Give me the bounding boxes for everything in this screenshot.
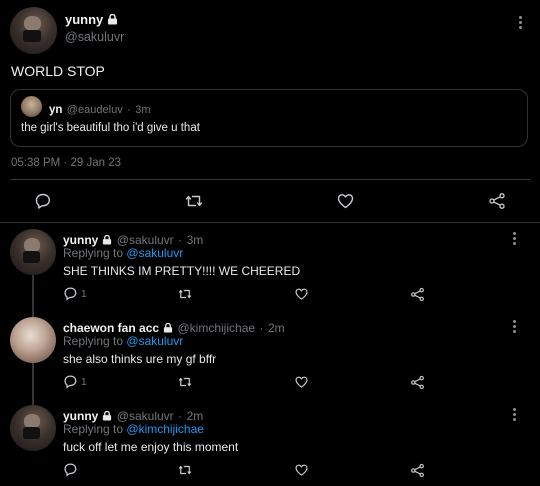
reply-time: 2m xyxy=(267,321,285,335)
more-icon[interactable] xyxy=(519,16,523,31)
reply-text: SHE THINKS IM PRETTY!!!! WE CHEERED xyxy=(63,264,301,278)
replying-to: Replying to @sakuluvr xyxy=(63,246,183,260)
like-icon[interactable] xyxy=(294,463,309,477)
separator-dot: · xyxy=(178,233,183,247)
reply-time: 3m xyxy=(186,233,204,247)
display-name[interactable]: yunny xyxy=(63,233,98,247)
replying-to-prefix: Replying to xyxy=(63,334,124,348)
avatar[interactable] xyxy=(10,405,56,451)
quote-tweet[interactable] xyxy=(10,89,528,147)
separator-dot: · xyxy=(178,409,183,423)
quote-display-name: yn xyxy=(49,104,63,116)
separator-dot: · xyxy=(63,157,68,169)
reply-text: fuck off let me enjoy this moment xyxy=(63,440,239,454)
separator-dot: · xyxy=(127,104,131,116)
share-icon[interactable] xyxy=(410,463,425,478)
like-icon[interactable] xyxy=(294,375,309,389)
retweet-icon[interactable] xyxy=(184,192,204,210)
quote-text: the girl's beautiful tho i'd give u that xyxy=(21,122,200,134)
retweet-icon[interactable] xyxy=(177,287,193,301)
reply-icon[interactable] xyxy=(63,462,78,477)
share-icon[interactable] xyxy=(410,287,425,302)
replying-to: Replying to @sakuluvr xyxy=(63,334,183,348)
reply-time: 2m xyxy=(186,409,204,423)
more-icon[interactable] xyxy=(513,232,517,247)
lock-icon xyxy=(107,12,118,30)
replying-to-prefix: Replying to xyxy=(63,246,124,260)
retweet-icon[interactable] xyxy=(177,375,193,389)
thread-line xyxy=(32,273,34,317)
quote-author-row: yn @eaudeluv · 3m xyxy=(49,100,151,118)
like-icon[interactable] xyxy=(336,192,355,210)
display-name[interactable]: yunny xyxy=(63,409,98,423)
avatar[interactable] xyxy=(10,317,56,363)
reply-handle[interactable]: @sakuluvr xyxy=(117,409,174,423)
reply-handle[interactable]: @sakuluvr xyxy=(117,233,174,247)
display-name[interactable]: chaewon fan acc xyxy=(63,321,159,335)
quote-handle: @eaudeluv xyxy=(66,104,123,116)
replying-to-link[interactable]: @sakuluvr xyxy=(126,246,183,260)
more-icon[interactable] xyxy=(513,320,517,335)
tweet-date[interactable]: 29 Jan 23 xyxy=(70,157,121,169)
more-icon[interactable] xyxy=(513,408,517,423)
replying-to: Replying to @kimchijichae xyxy=(63,422,204,436)
replying-to-link[interactable]: @kimchijichae xyxy=(126,422,204,436)
reply-handle[interactable]: @kimchijichae xyxy=(178,321,256,335)
thread-line xyxy=(32,363,34,405)
reply-count: 1 xyxy=(81,377,87,388)
tweet-text: WORLD STOP xyxy=(11,63,105,79)
divider xyxy=(0,222,540,223)
tweet-time[interactable]: 05:38 PM xyxy=(11,157,60,169)
replying-to-link[interactable]: @sakuluvr xyxy=(126,334,183,348)
separator-dot: · xyxy=(259,321,264,335)
author-name-row: yunny xyxy=(65,11,118,30)
author-handle[interactable]: @sakuluvr xyxy=(65,30,124,44)
quote-time: 3m xyxy=(135,104,151,116)
divider xyxy=(10,179,530,180)
reply-text: she also thinks ure my gf bffr xyxy=(63,352,217,366)
retweet-icon[interactable] xyxy=(177,463,193,477)
timestamp-row: 05:38 PM · 29 Jan 23 xyxy=(11,157,121,169)
replying-to-prefix: Replying to xyxy=(63,422,124,436)
reply-icon[interactable] xyxy=(63,286,78,301)
avatar xyxy=(21,96,42,117)
like-icon[interactable] xyxy=(294,287,309,301)
reply-icon[interactable] xyxy=(63,374,78,389)
avatar[interactable] xyxy=(10,7,57,54)
share-icon[interactable] xyxy=(410,375,425,390)
avatar[interactable] xyxy=(10,229,56,275)
display-name[interactable]: yunny xyxy=(65,12,103,27)
reply-count: 1 xyxy=(81,289,87,300)
share-icon[interactable] xyxy=(488,192,506,210)
reply-icon[interactable] xyxy=(34,192,52,210)
